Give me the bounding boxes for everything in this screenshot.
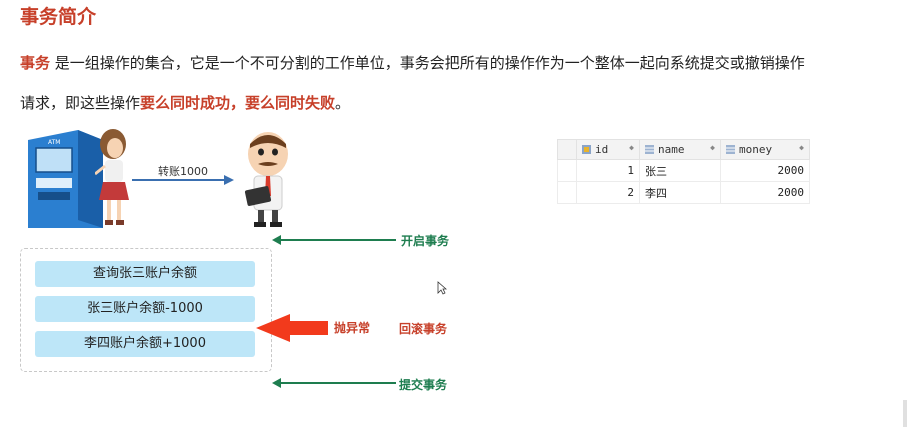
open-transaction-label: 开启事务 [401,234,450,248]
paragraph-line-1: 事务 是一组操作的集合，它是一个不可分割的工作单位，事务会把所有的操作作为一个整… [20,52,805,73]
column-header-label: name [658,143,685,156]
paragraph-line-2: 请求，即这些操作要么同时成功，要么同时失败。 [20,92,350,113]
commit-transaction-arrow-icon [272,378,396,388]
accounts-table: id ◆ name ◆ money ◆ 1 张三 2000 2 李四 2000 [557,139,810,204]
table-header-row: id ◆ name ◆ money ◆ [557,139,810,160]
cell-id[interactable]: 1 [576,159,640,182]
column-icon [726,145,735,154]
column-icon [645,145,654,154]
rollback-label: 回滚事务 [399,322,448,336]
column-header-label: money [739,143,773,156]
sort-icon[interactable]: ◆ [799,143,804,152]
paragraph-text-1: 是一组操作的集合，它是一个不可分割的工作单位，事务会把所有的操作作为一个整体一起… [50,54,805,72]
exception-arrow-icon [256,314,328,342]
cursor-arrow-icon [437,281,447,295]
page-title: 事务简介 [20,6,97,28]
key-column-icon [582,145,591,154]
sort-icon[interactable]: ◆ [629,143,634,152]
person-icon [95,129,129,225]
cell-money[interactable]: 2000 [720,159,810,182]
cell-id[interactable]: 2 [576,181,640,204]
svg-text:ATM: ATM [48,139,60,146]
row-number-header [557,139,577,160]
scrollbar-thumb[interactable] [903,400,907,427]
boss-with-tablet-icon [244,132,288,227]
step-credit: 李四账户余额+1000 [35,331,255,357]
atm-machine-icon: ATM [28,130,103,228]
paragraph-text-2: 请求，即这些操作 [20,94,141,112]
commit-transaction-label: 提交事务 [399,378,448,392]
cell-name[interactable]: 李四 [639,181,721,204]
row-number [557,181,577,204]
exception-label: 抛异常 [334,321,371,335]
transfer-arrow-icon [132,175,234,185]
column-header-label: id [595,143,609,156]
sort-icon[interactable]: ◆ [710,143,715,152]
step-debit: 张三账户余额-1000 [35,296,255,322]
open-transaction-arrow-icon [272,235,396,245]
column-header-money[interactable]: money ◆ [720,139,810,160]
row-number [557,159,577,182]
cell-name[interactable]: 张三 [639,159,721,182]
paragraph-end: 。 [335,94,351,112]
cell-money[interactable]: 2000 [720,181,810,204]
step-query-balance: 查询张三账户余额 [35,261,255,287]
highlight-statement: 要么同时成功，要么同时失败 [140,94,336,112]
column-header-name[interactable]: name ◆ [639,139,721,160]
highlight-term: 事务 [20,54,51,72]
column-header-id[interactable]: id ◆ [576,139,640,160]
table-row[interactable]: 1 张三 2000 [557,159,810,182]
table-row[interactable]: 2 李四 2000 [557,181,810,204]
